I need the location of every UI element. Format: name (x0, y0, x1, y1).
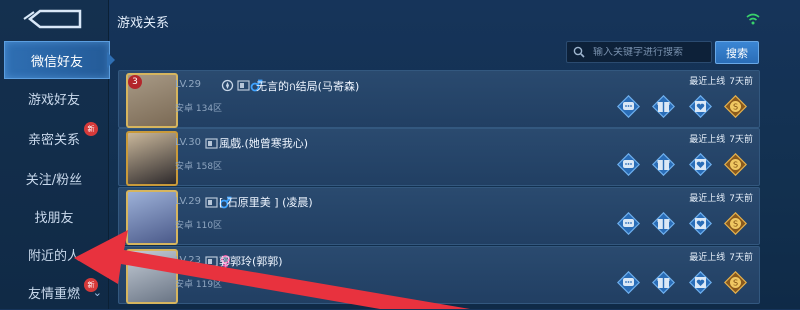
sidebar-item-label: 游戏好友 (27, 92, 80, 108)
sidebar-item-label: 亲密关系 (27, 132, 80, 148)
player-level: LV.29 (175, 196, 201, 207)
rank-icon (221, 77, 234, 92)
chevron-down-icon[interactable]: ⌄ (93, 286, 102, 299)
gold-coin-icon[interactable]: S (723, 270, 748, 295)
rank-badge: 3 (128, 75, 142, 89)
heart-card-icon[interactable] (688, 152, 713, 177)
sidebar-item-find-friends[interactable]: 找朋友 (0, 198, 108, 234)
last-online: 最近上线 7天前 (689, 132, 753, 145)
avatar[interactable] (126, 131, 178, 186)
page-title: 游戏关系 (117, 16, 170, 31)
wifi-icon (746, 13, 760, 25)
player-name: [ 石原里美 ] (凌晨) (219, 196, 313, 209)
player-level: LV.30 (175, 137, 201, 148)
search-input[interactable] (593, 46, 711, 58)
last-online-time: 7天前 (729, 77, 753, 87)
card-icon (205, 194, 218, 208)
back-icon[interactable] (18, 6, 86, 32)
search-box (566, 41, 712, 63)
last-online-time: 7天前 (729, 253, 753, 263)
last-online-time: 7天前 (729, 194, 753, 204)
player-name: 郭郭玲(郭郭) (219, 255, 283, 268)
svg-text:S: S (733, 279, 738, 288)
last-online: 最近上线 7天前 (689, 250, 753, 263)
server-label: 安卓 119区 (175, 280, 223, 290)
sidebar-item-intimate[interactable]: 亲密关系 新 (0, 120, 108, 156)
last-online-time: 7天前 (729, 135, 753, 145)
gift-icon[interactable] (651, 152, 676, 177)
sidebar-item-wechat-friends[interactable]: 微信好友 (4, 41, 115, 79)
player-name: 无言的ก结局(马寄森) (256, 80, 360, 93)
sidebar-item-rekindle[interactable]: 友情重燃 新 ⌄ (0, 274, 108, 310)
heart-card-icon[interactable] (688, 94, 713, 119)
sidebar-item-nearby[interactable]: 附近的人 (0, 236, 108, 272)
server-label: 安卓 134区 (175, 104, 223, 114)
sidebar-item-label: 找朋友 (34, 210, 74, 226)
svg-text:S: S (733, 220, 738, 229)
sidebar-item-game-friends[interactable]: 游戏好友 (0, 80, 108, 116)
chat-icon[interactable] (616, 270, 641, 295)
gift-icon[interactable] (651, 211, 676, 236)
search-button[interactable]: 搜索 (715, 41, 759, 64)
friend-row[interactable]: 3 LV.29 无言的ก结局(马寄森) 安卓 134区 最近上线 7天前 S (118, 70, 760, 128)
sidebar-item-label: 友情重燃 (27, 286, 80, 302)
sidebar-item-label: 附近的人 (27, 248, 80, 264)
gold-coin-icon[interactable]: S (723, 211, 748, 236)
svg-text:S: S (733, 161, 738, 170)
sidebar-item-label: 微信好友 (30, 54, 83, 70)
avatar[interactable] (126, 190, 178, 245)
card-icon (205, 253, 218, 267)
sidebar: 微信好友 游戏好友 亲密关系 新 关注/粉丝 找朋友 附近的人 友情重燃 新 ⌄ (0, 0, 115, 310)
avatar[interactable]: 3 (126, 73, 178, 128)
player-level: LV.23 (175, 255, 201, 266)
server-label: 安卓 158区 (175, 162, 223, 172)
chat-icon[interactable] (616, 152, 641, 177)
new-badge: 新 (84, 122, 98, 136)
gold-coin-icon[interactable]: S (723, 152, 748, 177)
last-online-label: 最近上线 (689, 194, 726, 204)
player-name: 風戲.(她曾寒我心) (219, 137, 309, 150)
gift-icon[interactable] (651, 94, 676, 119)
gift-icon[interactable] (651, 270, 676, 295)
chat-icon[interactable] (616, 94, 641, 119)
heart-card-icon[interactable] (688, 211, 713, 236)
player-level: LV.29 (175, 79, 201, 90)
last-online-label: 最近上线 (689, 77, 726, 87)
sidebar-item-label: 关注/粉丝 (25, 172, 83, 188)
last-online-label: 最近上线 (689, 253, 726, 263)
server-label: 安卓 110区 (175, 221, 223, 231)
last-online-label: 最近上线 (689, 135, 726, 145)
chat-icon[interactable] (616, 211, 641, 236)
svg-text:S: S (733, 103, 738, 112)
card-icon (237, 77, 250, 91)
search-icon (573, 46, 585, 58)
avatar[interactable] (126, 249, 178, 304)
friend-row[interactable]: LV.29 [ 石原里美 ] (凌晨) 安卓 110区 最近上线 7天前 S (118, 187, 760, 245)
heart-card-icon[interactable] (688, 270, 713, 295)
sidebar-item-follow[interactable]: 关注/粉丝 (0, 160, 108, 196)
gold-coin-icon[interactable]: S (723, 94, 748, 119)
card-icon (205, 135, 218, 149)
last-online: 最近上线 7天前 (689, 74, 753, 87)
friend-row[interactable]: LV.23 郭郭玲(郭郭) 安卓 119区 最近上线 7天前 S (118, 246, 760, 304)
last-online: 最近上线 7天前 (689, 191, 753, 204)
friend-row[interactable]: LV.30 風戲.(她曾寒我心) 安卓 158区 最近上线 7天前 S (118, 128, 760, 186)
